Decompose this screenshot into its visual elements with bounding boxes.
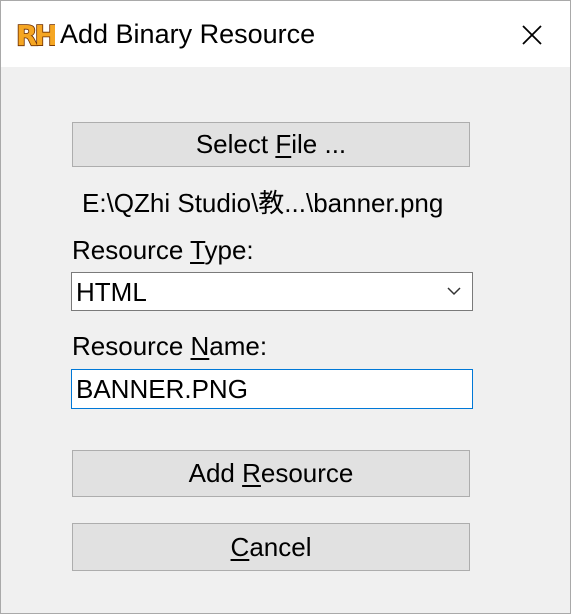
select-file-label-post: ile ... [291,129,347,159]
app-icon-text: RH [16,19,55,51]
cancel-label-post: ancel [249,531,312,562]
resource-type-value: HTML [76,277,147,307]
cancel-mnemonic: C [230,531,250,562]
resource-type-label: Resource Type: [72,233,254,267]
resource-type-mnemonic: T [190,235,205,265]
title-bar: RH Add Binary Resource [1,1,570,67]
select-file-mnemonic: F [275,129,292,159]
add-resource-button[interactable]: Add Resource [72,450,470,497]
cancel-button[interactable]: Cancel [72,523,470,571]
resource-type-dropdown[interactable]: HTML [71,272,473,311]
resource-name-label-post: ame: [209,331,268,361]
selected-file-path: E:\QZhi Studio\教...\banner.png [82,188,444,218]
dialog-window: RH Add Binary Resource Select File ... E… [0,0,571,614]
add-resource-mnemonic: R [242,458,261,488]
resource-name-mnemonic: N [190,331,210,361]
select-file-label-pre: Select [195,129,276,159]
close-button[interactable] [512,15,552,55]
resource-name-label: Resource Name: [72,329,267,363]
resource-type-label-post: ype: [204,235,254,265]
resource-type-label-pre: Resource [72,235,191,265]
select-file-button[interactable]: Select File ... [72,122,470,167]
resource-name-input[interactable] [71,369,473,409]
window-title: Add Binary Resource [60,19,316,49]
chevron-down-icon [447,287,461,296]
resource-name-label-pre: Resource [72,331,191,361]
add-resource-label-post: esource [260,458,354,488]
rh-app-icon: RH [15,18,55,51]
close-icon [522,25,542,45]
add-resource-label-pre: Add [188,458,243,488]
